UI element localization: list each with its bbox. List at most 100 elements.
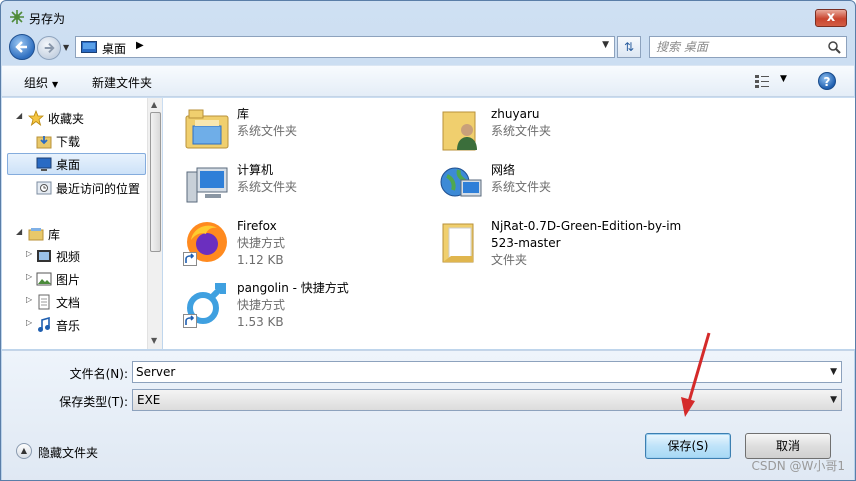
collapse-arrow-icon[interactable]: ▷ — [26, 318, 32, 327]
nav-item-documents[interactable]: ▷ 文档 — [26, 292, 136, 312]
file-type: 系统文件夹 — [237, 180, 298, 194]
scroll-up-icon[interactable]: ▲ — [151, 100, 157, 109]
refresh-button[interactable]: ⇅ — [617, 36, 641, 58]
close-button[interactable]: x — [815, 9, 847, 27]
nav-item-label: 视频 — [56, 250, 81, 264]
file-name: 库 — [237, 107, 250, 121]
library-icon — [185, 109, 229, 149]
address-dropdown-icon[interactable]: ▼ — [602, 40, 609, 50]
view-options-icon[interactable] — [754, 73, 770, 89]
nav-item-label: 音乐 — [56, 319, 81, 333]
nav-item-label: 最近访问的位置 — [56, 182, 141, 196]
app-icon — [10, 10, 24, 24]
help-button[interactable]: ? — [818, 72, 836, 90]
search-box[interactable] — [649, 36, 847, 58]
file-size: 1.53 KB — [237, 315, 284, 329]
collapse-arrow-icon[interactable]: ▷ — [26, 295, 32, 304]
file-item[interactable]: 计算机 系统文件夹 — [183, 162, 423, 222]
annotation-arrow-icon — [681, 332, 711, 417]
file-item[interactable]: Firefox 快捷方式 1.12 KB — [183, 218, 423, 278]
search-input[interactable] — [650, 37, 820, 57]
file-name: Firefox — [237, 219, 277, 233]
expand-arrow-icon[interactable]: ◢ — [16, 227, 22, 236]
computer-icon — [186, 167, 228, 203]
nav-libraries[interactable]: ◢ 库 — [16, 224, 138, 244]
navigation-pane: ◢ 收藏夹 下载 桌面 最近访问的位置 ◢ 库 ▷ 视频 ▷ 图片 ▷ 文档 ▷… — [2, 98, 162, 349]
network-icon — [440, 167, 482, 197]
file-type: 快捷方式 — [237, 236, 286, 250]
filetype-value[interactable]: EXE — [137, 393, 160, 407]
scroll-thumb[interactable] — [150, 112, 161, 252]
expand-arrow-icon[interactable]: ◢ — [16, 111, 22, 120]
chevron-down-icon[interactable]: ▼ — [830, 367, 837, 377]
nav-item-recent[interactable]: 最近访问的位置 — [36, 178, 156, 198]
filetype-select[interactable]: EXE ▼ — [132, 389, 842, 411]
cancel-button[interactable]: 取消 — [745, 433, 831, 459]
filename-combo[interactable]: ▼ — [132, 361, 842, 383]
chevron-right-icon[interactable]: ▶ — [136, 40, 144, 51]
chevron-down-icon[interactable]: ▼ — [830, 395, 837, 405]
file-type: 快捷方式 — [237, 298, 286, 312]
chevron-up-icon[interactable]: ▲ — [16, 443, 32, 459]
desktop-icon — [36, 157, 52, 171]
scroll-down-icon[interactable]: ▼ — [151, 336, 157, 345]
save-as-dialog: 另存为 x ▼ 桌面 ▶ ▼ ⇅ 搜索 桌面 组织 ▼ 新建文件夹 ▼ ? ◢ … — [0, 0, 856, 481]
collapse-arrow-icon[interactable]: ▷ — [26, 272, 32, 281]
file-item[interactable]: pangolin - 快捷方式 快捷方式 1.53 KB — [183, 280, 423, 340]
folder-icon — [442, 223, 474, 263]
collapse-arrow-icon[interactable]: ▷ — [26, 249, 32, 258]
back-button[interactable] — [9, 34, 35, 60]
save-form: 文件名(N): ▼ 保存类型(T): EXE ▼ ▲ 隐藏文件夹 保存(S) 取… — [2, 350, 854, 480]
forward-arrow-icon — [44, 43, 55, 53]
address-bar[interactable]: 桌面 ▶ ▼ — [75, 36, 615, 58]
nav-item-label: 文档 — [56, 296, 81, 310]
nav-item-label: 下载 — [56, 135, 81, 149]
documents-icon — [38, 294, 50, 310]
nav-item-pictures[interactable]: ▷ 图片 — [26, 269, 136, 289]
file-type: 系统文件夹 — [237, 124, 298, 138]
filename-input[interactable] — [133, 362, 823, 382]
file-item[interactable]: 网络 系统文件夹 — [437, 162, 677, 222]
file-size: 1.12 KB — [237, 253, 284, 267]
file-type: 文件夹 — [491, 253, 528, 267]
file-item[interactable]: zhuyaru 系统文件夹 — [437, 106, 677, 166]
nav-item-desktop[interactable]: 桌面 — [7, 153, 146, 175]
hide-folders-label[interactable]: 隐藏文件夹 — [38, 444, 98, 461]
nav-item-music[interactable]: ▷ 音乐 — [26, 315, 136, 335]
nav-libraries-label: 库 — [48, 228, 61, 242]
user-folder-icon — [442, 111, 477, 151]
file-name: pangolin - 快捷方式 — [237, 281, 349, 295]
star-icon — [28, 110, 44, 126]
nav-scrollbar[interactable]: ▲ ▼ — [147, 98, 162, 349]
chevron-down-icon: ▼ — [52, 80, 59, 89]
back-arrow-icon — [15, 41, 27, 53]
save-button[interactable]: 保存(S) — [645, 433, 731, 459]
music-icon — [38, 317, 50, 332]
nav-item-videos[interactable]: ▷ 视频 — [26, 246, 136, 266]
shortcut-arrow-icon — [183, 314, 197, 328]
file-item[interactable]: NjRat-0.7D-Green-Edition-by-im 523-maste… — [437, 218, 837, 278]
window-title: 另存为 — [29, 12, 66, 26]
history-dropdown-icon[interactable]: ▼ — [63, 43, 69, 52]
search-icon[interactable] — [827, 40, 841, 54]
file-name: 计算机 — [237, 163, 274, 177]
forward-button[interactable] — [37, 36, 61, 60]
organize-button[interactable]: 组织 ▼ — [24, 74, 58, 91]
file-name: zhuyaru — [491, 107, 540, 121]
nav-favorites[interactable]: ◢ 收藏夹 — [16, 108, 138, 128]
recent-places-icon — [36, 181, 52, 195]
nav-item-label: 桌面 — [56, 158, 81, 172]
address-location[interactable]: 桌面 — [102, 40, 126, 57]
desktop-icon — [81, 41, 97, 53]
file-item[interactable]: 库 系统文件夹 — [183, 106, 423, 166]
file-type: 系统文件夹 — [491, 124, 552, 138]
nav-item-downloads[interactable]: 下载 — [36, 131, 136, 151]
file-name-continued: 523-master — [491, 236, 561, 250]
library-icon — [28, 228, 44, 241]
downloads-folder-icon — [36, 136, 52, 149]
file-type: 系统文件夹 — [491, 180, 552, 194]
view-dropdown-icon[interactable]: ▼ — [780, 74, 787, 84]
file-name: NjRat-0.7D-Green-Edition-by-im — [491, 219, 682, 233]
command-bar: 组织 ▼ 新建文件夹 ▼ ? — [2, 65, 854, 97]
new-folder-button[interactable]: 新建文件夹 — [92, 74, 152, 91]
